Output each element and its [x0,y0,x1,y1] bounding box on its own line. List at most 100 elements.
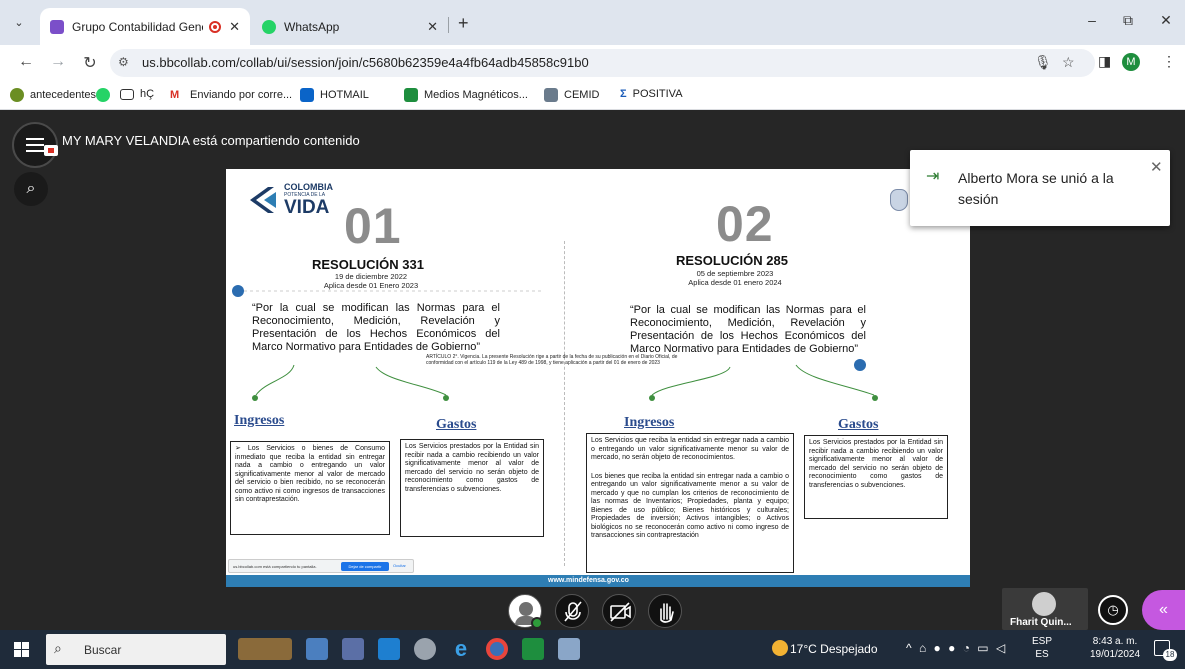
join-notification-text: Alberto Mora se unió a la sesión [958,170,1114,207]
mic-off-icon [564,601,582,622]
profile-avatar[interactable]: M [1122,53,1140,71]
microphone-icon[interactable]: 🎙 [1034,54,1052,71]
news-widget-icon[interactable] [238,638,292,660]
url-text: us.bbcollab.com/collab/ui/session/join/c… [142,55,589,70]
timer-icon[interactable]: ◷ [1098,595,1128,625]
hide-button[interactable]: Ocultar [393,563,406,568]
resolution-date-right: 05 de septiembre 2023 [696,269,774,278]
whatsapp-icon [262,19,276,34]
ingresos-box-left: ➢ Los Servicios o bienes de Consumo inme… [230,441,390,535]
tab-search-chevron-icon[interactable]: ⌄ [8,11,30,33]
tab-title: Grupo Contabilidad Genera [72,19,203,34]
camera-off-button[interactable] [602,594,636,628]
notification-count: 18 [1163,649,1177,661]
branch-dot [872,395,878,401]
clock[interactable]: 8:43 a. m. 19/01/2024 [1090,635,1140,661]
language-indicator[interactable]: ESP ES [1032,635,1052,661]
zoom-view-icon[interactable]: ⌕ [14,172,48,206]
bookmark-icon [10,88,24,102]
bookmark-folder-hc[interactable]: hÇ [120,88,154,100]
bookmark-hotmail[interactable]: HOTMAIL [300,88,369,102]
participant-name: Fharit Quin... [1010,617,1072,628]
collab-session: MY MARY VELANDIA está compartiendo conte… [0,110,1185,630]
notification-close-icon[interactable]: ✕ [1150,158,1163,176]
windows-taskbar: ⌕ Buscar e 17°C Despejado ^ ⌂ ● ● ◔ ▭ ◁ … [0,630,1185,669]
bookmark-positiva[interactable]: Σ POSITIVA [620,88,683,100]
tab-grupo-contabilidad[interactable]: Grupo Contabilidad Genera ✕ [40,8,250,45]
side-panel-icon[interactable]: ◨ [1098,53,1111,70]
site-settings-icon[interactable]: ⚙ [118,55,129,69]
bookmarks-bar: antecedentes hÇ M Enviando por corre... H… [0,81,1185,110]
back-button[interactable]: ← [16,53,36,71]
positiva-icon: Σ [620,88,627,100]
resolution-applies-right: Aplica desde 01 enero 2024 [688,278,782,287]
internet-explorer-icon[interactable]: e [450,638,472,660]
weather-text[interactable]: 17°C Despejado [790,642,878,656]
hand-icon [660,603,674,623]
teams-icon[interactable] [306,638,328,660]
open-collab-panel-button[interactable]: « [1142,590,1185,630]
close-window-button[interactable]: ✕ [1156,12,1176,29]
heading-ingresos-left: Ingresos [234,413,285,428]
tab-whatsapp[interactable]: WhatsApp ✕ [252,8,448,45]
minimize-button[interactable]: – [1082,12,1102,28]
sign-in-icon: ⇥ [926,168,940,185]
outlook-icon [300,88,314,102]
bookmark-star-icon[interactable]: ☆ [1062,54,1075,71]
restore-button[interactable]: ⧉ [1118,12,1138,29]
browser-tabstrip: ⌄ Grupo Contabilidad Genera ✕ WhatsApp ✕… [0,0,1185,45]
sheet-icon [404,88,418,102]
new-tab-button[interactable]: + [458,13,469,34]
tab-close-icon[interactable]: ✕ [229,19,240,35]
resolution-title-right: RESOLUCIÓN 285 [676,253,788,268]
ingresos-text-right-1: Los Servicios que reciba la entidad sin … [591,437,789,461]
excel-icon[interactable] [522,638,544,660]
heading-gastos-right: Gastos [838,417,879,432]
colombia-logo-icon [250,187,276,213]
bookmark-medios-magneticos[interactable]: Medios Magnéticos... [404,88,528,102]
branch-dot [443,395,449,401]
participant-avatar [1032,592,1056,616]
quote-right: “Por la cual se modifican las Normas par… [630,304,866,355]
heading-gastos-left: Gastos [436,417,477,432]
reload-button[interactable]: ↻ [80,53,100,73]
ingresos-text-right-2: Los bienes que reciba la entidad sin ent… [591,472,789,540]
resolution-date-left: 19 de diciembre 2022 [334,272,408,281]
calculator-icon[interactable] [342,638,364,660]
menu-line [26,138,44,140]
taskbar-search[interactable]: ⌕ Buscar [46,634,226,665]
bookmark-antecedentes[interactable]: antecedentes [10,88,96,102]
microphone-off-button[interactable] [555,594,589,628]
timeline-line [244,290,544,292]
file-explorer-icon[interactable] [378,638,400,660]
bookmark-whatsapp[interactable] [96,88,116,102]
shared-slide: COLOMBIA POTENCIA DE LA VIDA 01 RESOLUCI… [226,169,970,587]
user-avatar-icon [515,602,537,625]
heading-ingresos-right: Ingresos [624,415,675,430]
tab-close-icon[interactable]: ✕ [427,19,438,35]
ingresos-box-right: Los Servicios que reciba la entidad sin … [586,433,794,573]
stop-sharing-button[interactable]: Dejar de compartir [341,562,389,571]
my-status-button[interactable] [508,594,543,629]
branch-dot [252,395,258,401]
system-tray-icons[interactable]: ^ ⌂ ● ● ◔ ▭ ◁ [906,641,1007,655]
footer-url: www.mindefensa.gov.co [548,577,629,584]
participant-tile[interactable]: Fharit Quin... [1002,588,1088,630]
forward-button[interactable]: → [48,53,68,71]
tab-title: WhatsApp [284,19,340,34]
resolution-number-right: 02 [716,196,774,252]
raise-hand-button[interactable] [648,594,682,628]
menu-kebab-icon[interactable]: ⋮ [1162,53,1176,70]
recording-icon [209,20,222,33]
resolution-title-left: RESOLUCIÓN 331 [312,257,424,272]
chrome-icon[interactable] [486,638,508,660]
tab-separator [448,17,449,33]
address-bar[interactable]: ⚙ us.bbcollab.com/collab/ui/session/join… [110,49,1095,77]
bookmark-cemid[interactable]: CEMID [544,88,599,102]
app-icon[interactable] [414,638,436,660]
gmail-icon: M [170,88,184,102]
weather-moon-icon [772,640,788,656]
bookmark-gmail[interactable]: M Enviando por corre... [170,88,292,102]
windows-start-icon[interactable] [14,642,29,657]
app-icon[interactable] [558,638,580,660]
